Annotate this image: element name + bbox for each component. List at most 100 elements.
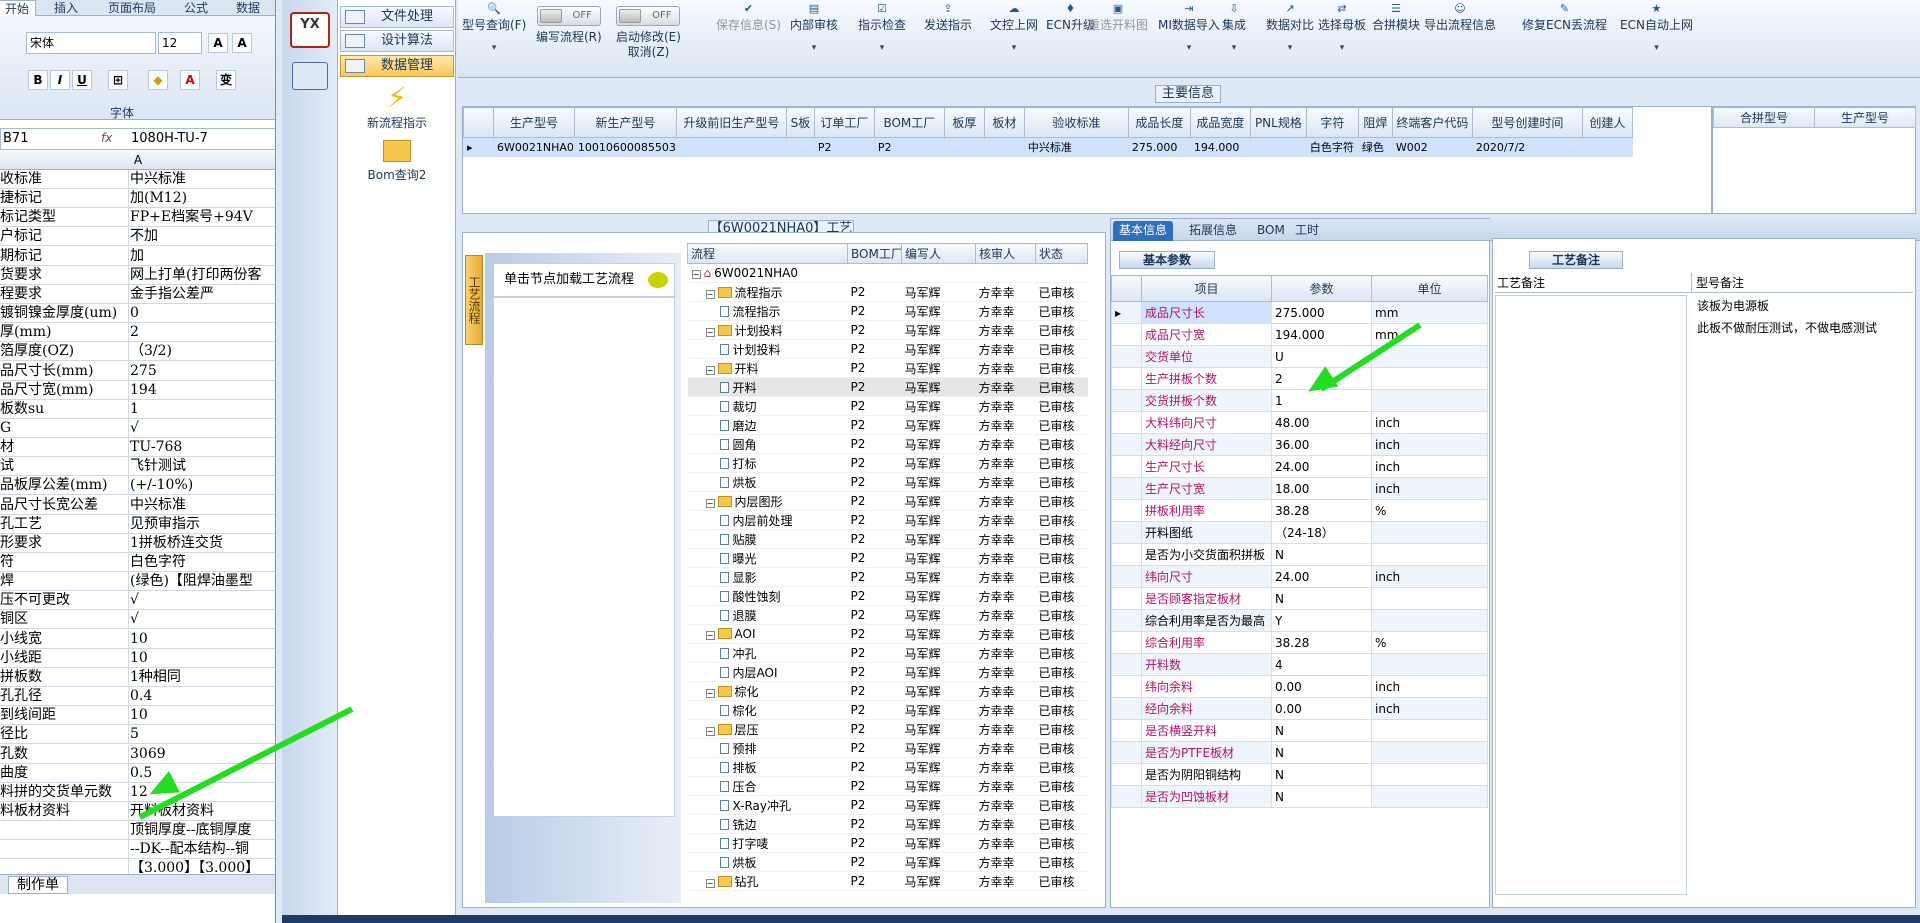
excel-cell-a[interactable]: 到线间距 [0,706,126,724]
tree-node-cell[interactable]: 烘板 [687,472,848,492]
excel-row[interactable]: 品尺寸长宽公差 中兴标准 [0,495,275,515]
toolbar-button-12[interactable]: ↗ 数据对比 ▾ [1266,2,1314,53]
excel-row[interactable]: 压不可更改 √ [0,591,275,611]
tree-row[interactable]: 内层AOI P2 马军辉 方幸幸 已审核 [687,662,1088,682]
toolbar-button-11[interactable]: ⇩ 集成 ▾ [1222,2,1246,53]
collapse-icon[interactable]: − [705,878,715,888]
toolbar-button-13[interactable]: ⇄ 选择母板 ▾ [1318,2,1366,53]
param-row[interactable]: 交货拼板个数 1 [1111,389,1488,412]
param-row[interactable]: 交货单位 U [1111,345,1488,368]
excel-cell-a[interactable]: 小线宽 [0,630,126,648]
main-header-col[interactable]: 板材 [983,107,1025,138]
param-header-col[interactable]: 单位 [1371,275,1488,302]
excel-cell-a[interactable]: 箔厚度(OZ) [0,342,126,360]
toolbar-button-4[interactable]: ▤ 内部审核 ▾ [790,2,838,53]
chevron-down-icon[interactable]: ▾ [790,43,838,53]
excel-row[interactable]: 品尺寸长(mm) 275 [0,361,275,381]
main-header-col[interactable]: 型号创建时间 [1471,107,1583,138]
tree-node-cell[interactable]: 曝光 [687,548,848,568]
excel-cell-b[interactable]: 10 [128,706,275,725]
model-remark-text[interactable]: 该板为电源板 此板不做耐压测试，不做电感测试 [1693,295,1911,339]
collapse-icon[interactable]: − [691,270,701,279]
param-row[interactable]: 大料纬向尺寸 48.00 inch [1111,411,1488,434]
excel-cell-b[interactable]: 0.4 [128,687,275,706]
excel-cell-a[interactable]: 标记类型 [0,208,126,226]
toolbar-button-17[interactable]: ★ ECN自动上网 ▾ [1620,2,1693,53]
tree-node-cell[interactable]: 酸性蚀刻 [687,586,848,606]
excel-cell-a[interactable]: 程要求 [0,285,126,303]
param-row[interactable]: 经向余料 0.00 inch [1111,697,1488,720]
chevron-down-icon[interactable]: ▾ [1266,43,1314,53]
main-header-col[interactable]: 成品宽度 [1189,107,1251,138]
excel-row[interactable]: 到线间距 10 [0,706,275,726]
excel-cell-b[interactable]: TU-768 [128,438,275,457]
main-header-col[interactable]: 字符 [1305,107,1359,138]
main-cell[interactable]: P2 [813,137,875,157]
tree-row[interactable]: 铣边 P2 马军辉 方幸幸 已审核 [687,814,1088,834]
collapse-icon[interactable]: − [705,631,715,640]
tree-header-col[interactable]: 编写人 [901,243,976,264]
tree-node-cell[interactable]: − 流程指示 [687,282,848,302]
excel-row[interactable]: 材 TU-768 [0,438,275,458]
param-value[interactable]: （24-18） [1271,521,1372,544]
tree-node-cell[interactable]: 打字唛 [687,833,848,853]
tree-node-cell[interactable]: 铣边 [687,814,848,834]
toolbar-button-14[interactable]: ☰ 合拼模块 [1372,2,1420,33]
tree-row[interactable]: 排板 P2 马军辉 方幸幸 已审核 [687,757,1088,777]
tree-row[interactable]: 显影 P2 马军辉 方幸幸 已审核 [687,567,1088,587]
toolbar-button-16[interactable]: ✎ 修复ECN丢流程 [1522,2,1607,33]
tree-node-cell[interactable]: 计划投料 [687,339,848,359]
excel-cell-b[interactable]: FP+E档案号+94V [128,208,275,227]
excel-cell-b[interactable]: 顶铜厚度--底铜厚度 [128,821,275,840]
fill-color-icon[interactable]: ◆ [148,70,168,90]
param-value[interactable]: 24.00 [1271,455,1372,478]
param-row[interactable]: 成品尺寸宽 194.000 mm [1111,323,1488,346]
tree-node-cell[interactable]: 显影 [687,567,848,587]
excel-row[interactable]: 孔孔径 0.4 [0,687,275,707]
tree-row[interactable]: 棕化 P2 马军辉 方幸幸 已审核 [687,700,1088,720]
excel-cell-a[interactable]: 铜区 [0,610,126,628]
excel-row[interactable]: 货要求 网上打单(打印两份客 [0,265,275,285]
excel-row[interactable]: 镀铜镍金厚度(um) 0 [0,304,275,324]
tree-row[interactable]: 裁切 P2 马军辉 方幸幸 已审核 [687,396,1088,416]
param-value[interactable]: N [1271,587,1372,610]
font-name-combo[interactable]: 宋体 [26,32,156,54]
tree-row[interactable]: 内层前处理 P2 马军辉 方幸幸 已审核 [687,510,1088,530]
excel-cell-a[interactable]: 径比 [0,725,126,743]
toolbar-button-5[interactable]: ☑ 指示检查 ▾ [858,2,906,53]
excel-cell-b[interactable]: --DK--配本结构--铜 [128,840,275,859]
param-value[interactable]: 38.28 [1271,499,1372,522]
excel-row[interactable]: 试飞针测试 [0,457,275,477]
excel-cell-b[interactable]: 金手指公差严 [128,284,275,303]
collapse-icon[interactable]: − [705,688,715,698]
param-row[interactable]: 纬向余料 0.00 inch [1111,675,1488,698]
tree-row[interactable]: 打字唛 P2 马军辉 方幸幸 已审核 [687,833,1088,853]
main-header-col[interactable]: BOM工厂 [873,107,945,138]
excel-cell-b[interactable]: 中兴标准 [128,495,275,514]
process-remark-input[interactable] [1495,295,1687,895]
tree-row[interactable]: − 流程指示 P2 马军辉 方幸幸 已审核 [687,282,1088,302]
sheet-tab[interactable]: 制作单 [8,876,68,894]
param-value[interactable]: 36.00 [1271,433,1372,456]
border-icon[interactable]: ⊞ [108,70,128,90]
tree-row[interactable]: 烘板 P2 马军辉 方幸幸 已审核 [687,472,1088,492]
excel-row[interactable]: 孔工艺 见预审指示 [0,514,275,534]
tree-node-cell[interactable]: 圆角 [687,434,848,454]
main-header-col[interactable]: 成品长度 [1127,107,1191,138]
main-cell[interactable]: 白色字符 [1305,137,1359,157]
excel-row[interactable]: 捷标记 加(M12) [0,189,275,209]
excel-tab-layout[interactable]: 页面布局 [102,0,162,16]
excel-cell-a[interactable]: 焊 [0,572,126,590]
tree-node-cell[interactable]: 退膜 [687,605,848,625]
excel-cell-b[interactable]: √ [128,591,275,610]
excel-row[interactable]: 小线距 10 [0,648,275,668]
excel-cell-b[interactable]: 5 [128,725,275,744]
excel-row[interactable]: 程要求 金手指公差严 [0,284,275,304]
excel-cell-b[interactable]: 1拼板桥连交货 [128,533,275,552]
excel-cell-b[interactable]: 2 [128,323,275,342]
merge-header-production[interactable]: 生产型号 [1814,107,1916,128]
excel-tab-insert[interactable]: 插入 [48,0,84,16]
tree-row[interactable]: 退膜 P2 马军辉 方幸幸 已审核 [687,605,1088,625]
tree-node-cell[interactable]: X-Ray冲孔 [687,795,848,815]
tree-row[interactable]: − 层压 P2 马军辉 方幸幸 已审核 [687,719,1088,739]
